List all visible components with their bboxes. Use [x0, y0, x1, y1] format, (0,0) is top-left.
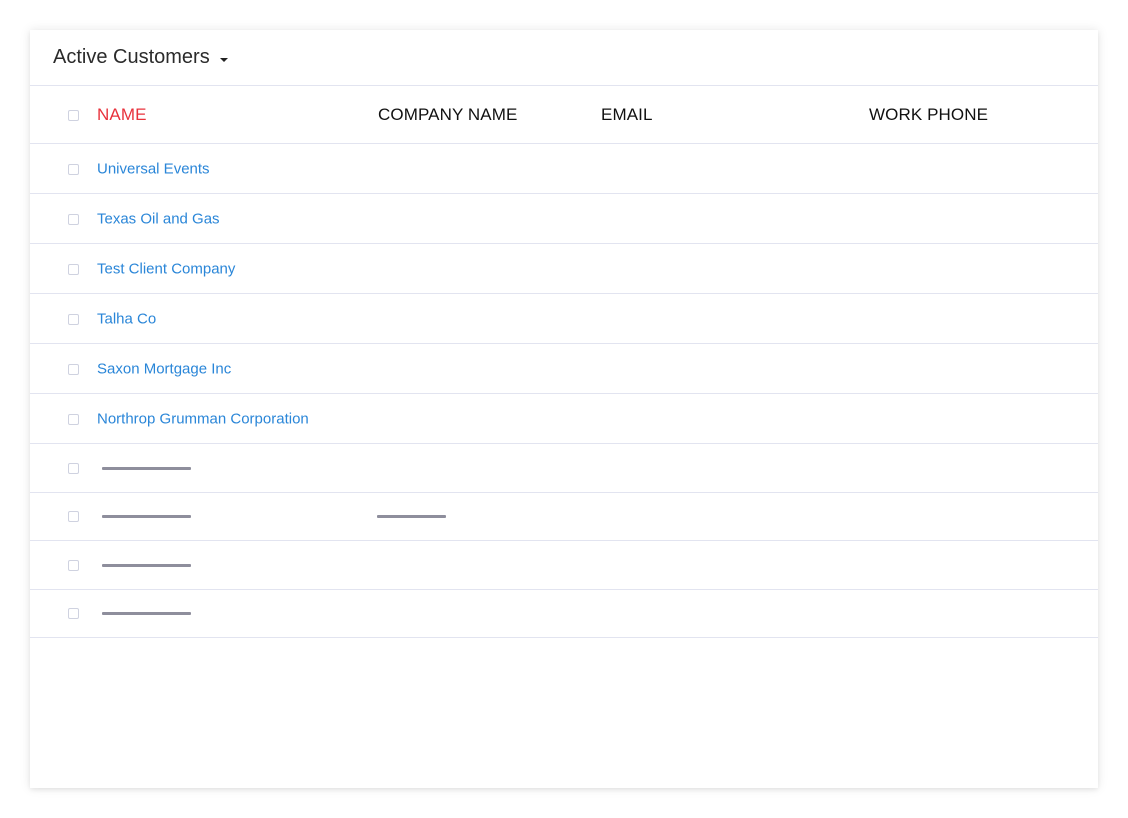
loading-row	[30, 444, 1098, 493]
row-checkbox[interactable]	[68, 313, 79, 325]
skeleton-name-bar	[102, 612, 191, 616]
view-header: Active Customers	[30, 30, 1098, 86]
customer-name-link[interactable]: Texas Oil and Gas	[97, 210, 220, 227]
customer-name-link[interactable]: Saxon Mortgage Inc	[97, 360, 231, 377]
skeleton-name-bar	[102, 466, 191, 470]
view-title: Active Customers	[53, 46, 210, 68]
table-row[interactable]: Saxon Mortgage Inc	[30, 344, 1098, 394]
row-checkbox[interactable]	[68, 263, 79, 275]
view-selector-dropdown[interactable]: Active Customers	[53, 46, 228, 69]
column-header-name[interactable]: NAME	[97, 105, 147, 125]
row-checkbox[interactable]	[68, 511, 79, 523]
row-checkbox[interactable]	[68, 213, 79, 225]
customers-card: Active Customers NAME COMPANY NAME EMAIL…	[30, 30, 1098, 788]
table-header-row: NAME COMPANY NAME EMAIL WORK PHONE	[30, 86, 1098, 144]
column-header-email[interactable]: EMAIL	[601, 105, 653, 125]
row-checkbox[interactable]	[68, 413, 79, 425]
skeleton-company-bar	[377, 515, 446, 519]
row-checkbox[interactable]	[68, 163, 79, 175]
table-row[interactable]: Northrop Grumman Corporation	[30, 394, 1098, 444]
loading-row	[30, 541, 1098, 590]
row-checkbox[interactable]	[68, 462, 79, 474]
table-row[interactable]: Test Client Company	[30, 244, 1098, 294]
customer-name-link[interactable]: Universal Events	[97, 160, 210, 177]
row-checkbox[interactable]	[68, 363, 79, 375]
select-all-checkbox[interactable]	[68, 109, 79, 121]
row-checkbox[interactable]	[68, 559, 79, 571]
caret-down-icon	[219, 57, 228, 62]
table-row[interactable]: Talha Co	[30, 294, 1098, 344]
skeleton-name-bar	[102, 563, 191, 567]
column-header-work-phone[interactable]: WORK PHONE	[869, 105, 988, 125]
table-row[interactable]: Universal Events	[30, 144, 1098, 194]
customer-name-link[interactable]: Test Client Company	[97, 260, 235, 277]
table-row[interactable]: Texas Oil and Gas	[30, 194, 1098, 244]
loading-row	[30, 590, 1098, 638]
customer-name-link[interactable]: Talha Co	[97, 310, 156, 327]
customer-name-link[interactable]: Northrop Grumman Corporation	[97, 410, 309, 427]
skeleton-name-bar	[102, 515, 191, 519]
column-header-company-name[interactable]: COMPANY NAME	[378, 105, 517, 125]
row-checkbox[interactable]	[68, 608, 79, 620]
loading-row	[30, 493, 1098, 541]
